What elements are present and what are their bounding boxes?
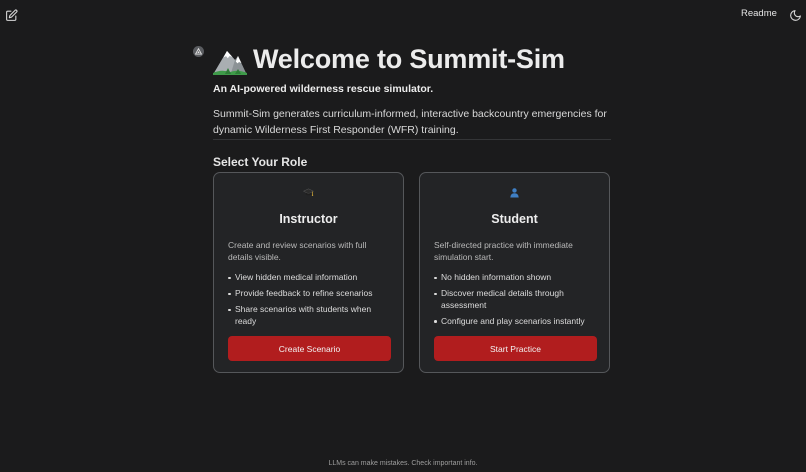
snow-mountain-icon <box>213 51 247 75</box>
list-item: No hidden information shown <box>434 272 599 284</box>
title-row: Welcome to Summit-Sim <box>213 40 611 78</box>
list-item: Provide feedback to refine scenarios <box>228 288 393 300</box>
card-emoji <box>420 187 609 199</box>
assistant-logo-icon <box>195 48 202 55</box>
assistant-avatar <box>193 46 204 57</box>
page-title: Welcome to Summit-Sim <box>253 43 565 74</box>
role-cards: Instructor Create and review scenarios w… <box>213 172 611 375</box>
student-description: Self-directed practice with immediate si… <box>434 240 573 262</box>
instructor-card[interactable]: Instructor Create and review scenarios w… <box>213 172 404 373</box>
welcome-message: Welcome to Summit-Sim An AI-powered wild… <box>213 40 611 169</box>
list-item: Configure and play scenarios instantly <box>434 316 599 328</box>
person-silhouette-icon <box>510 188 519 198</box>
student-feature-list: No hidden information shown Discover med… <box>434 272 599 332</box>
instructor-feature-list: View hidden medical information Provide … <box>228 272 393 332</box>
student-card[interactable]: Student Self-directed practice with imme… <box>419 172 610 373</box>
graduation-cap-icon <box>303 188 314 196</box>
instructor-title: Instructor <box>279 212 338 226</box>
list-item: Discover medical details through assessm… <box>434 288 599 311</box>
select-role-heading: Select Your Role <box>213 155 308 169</box>
moon-icon <box>789 9 801 21</box>
page-description: Summit-Sim generates curriculum-informed… <box>213 106 611 140</box>
instructor-description: Create and review scenarios with full de… <box>228 240 367 262</box>
create-scenario-button[interactable]: Create Scenario <box>228 336 391 361</box>
new-chat-icon[interactable] <box>4 8 18 22</box>
student-title: Student <box>491 212 538 226</box>
start-practice-button[interactable]: Start Practice <box>434 336 597 361</box>
page-subtitle: An AI-powered wilderness rescue simulato… <box>213 83 434 95</box>
theme-toggle-moon-icon[interactable] <box>788 8 802 22</box>
list-item: View hidden medical information <box>228 272 393 284</box>
card-emoji <box>214 187 403 199</box>
list-item: Share scenarios with students when ready <box>228 304 393 327</box>
app-page: Readme Welcome to Summit-Sim An AI-power… <box>0 0 806 472</box>
pencil-square-icon <box>5 8 18 21</box>
readme-link[interactable]: Readme <box>741 8 777 19</box>
disclaimer-note: LLMs can make mistakes. Check important … <box>328 460 478 467</box>
